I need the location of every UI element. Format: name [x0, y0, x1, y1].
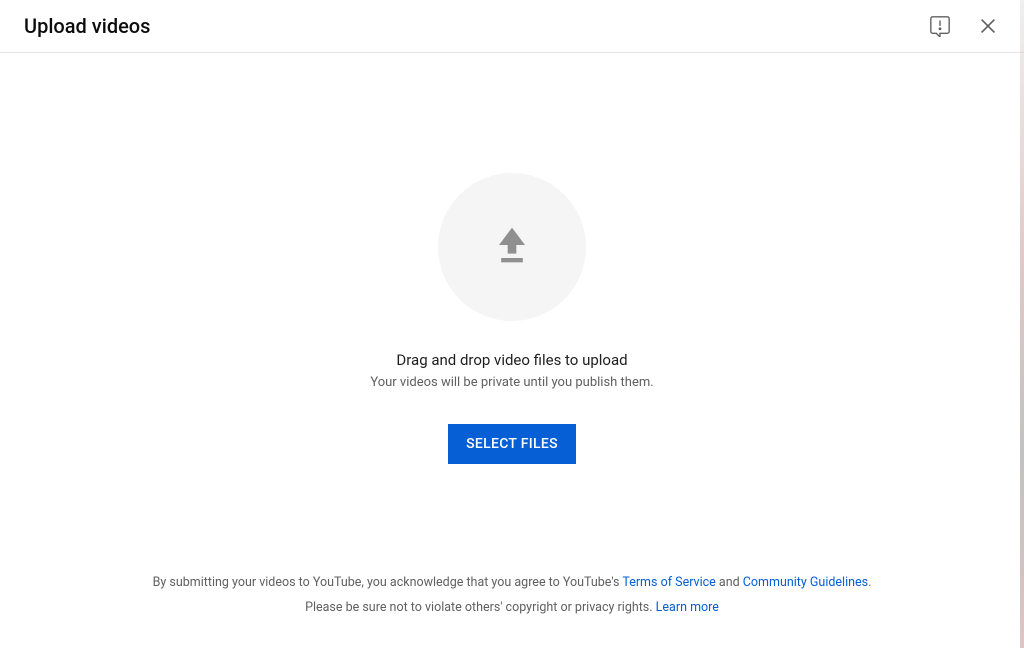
terms-of-service-link[interactable]: Terms of Service — [622, 575, 715, 590]
footer-text: Please be sure not to violate others' co… — [305, 600, 656, 615]
dialog-title: Upload videos — [24, 14, 150, 38]
header-actions — [928, 14, 1000, 38]
learn-more-link[interactable]: Learn more — [656, 600, 719, 615]
community-guidelines-link[interactable]: Community Guidelines — [743, 575, 868, 590]
footer-text: By submitting your videos to YouTube, yo… — [153, 575, 623, 590]
upload-dialog: Upload videos — [0, 0, 1024, 648]
drag-drop-text: Drag and drop video files to upload — [396, 351, 627, 369]
select-files-button[interactable]: SELECT FILES — [448, 424, 576, 464]
footer-line-2: Please be sure not to violate others' co… — [0, 595, 1024, 620]
upload-main: Drag and drop video files to upload Your… — [0, 53, 1024, 570]
upload-arrow-icon — [486, 219, 538, 275]
upload-drop-zone[interactable] — [438, 173, 586, 321]
scrollbar-edge — [1020, 0, 1024, 648]
footer-line-1: By submitting your videos to YouTube, yo… — [0, 570, 1024, 595]
dialog-header: Upload videos — [0, 0, 1024, 53]
private-notice-text: Your videos will be private until you pu… — [370, 375, 653, 390]
footer-text: . — [868, 575, 871, 590]
feedback-icon[interactable] — [928, 14, 952, 38]
footer-text: and — [716, 575, 743, 590]
close-icon[interactable] — [976, 14, 1000, 38]
footer-legal: By submitting your videos to YouTube, yo… — [0, 570, 1024, 648]
